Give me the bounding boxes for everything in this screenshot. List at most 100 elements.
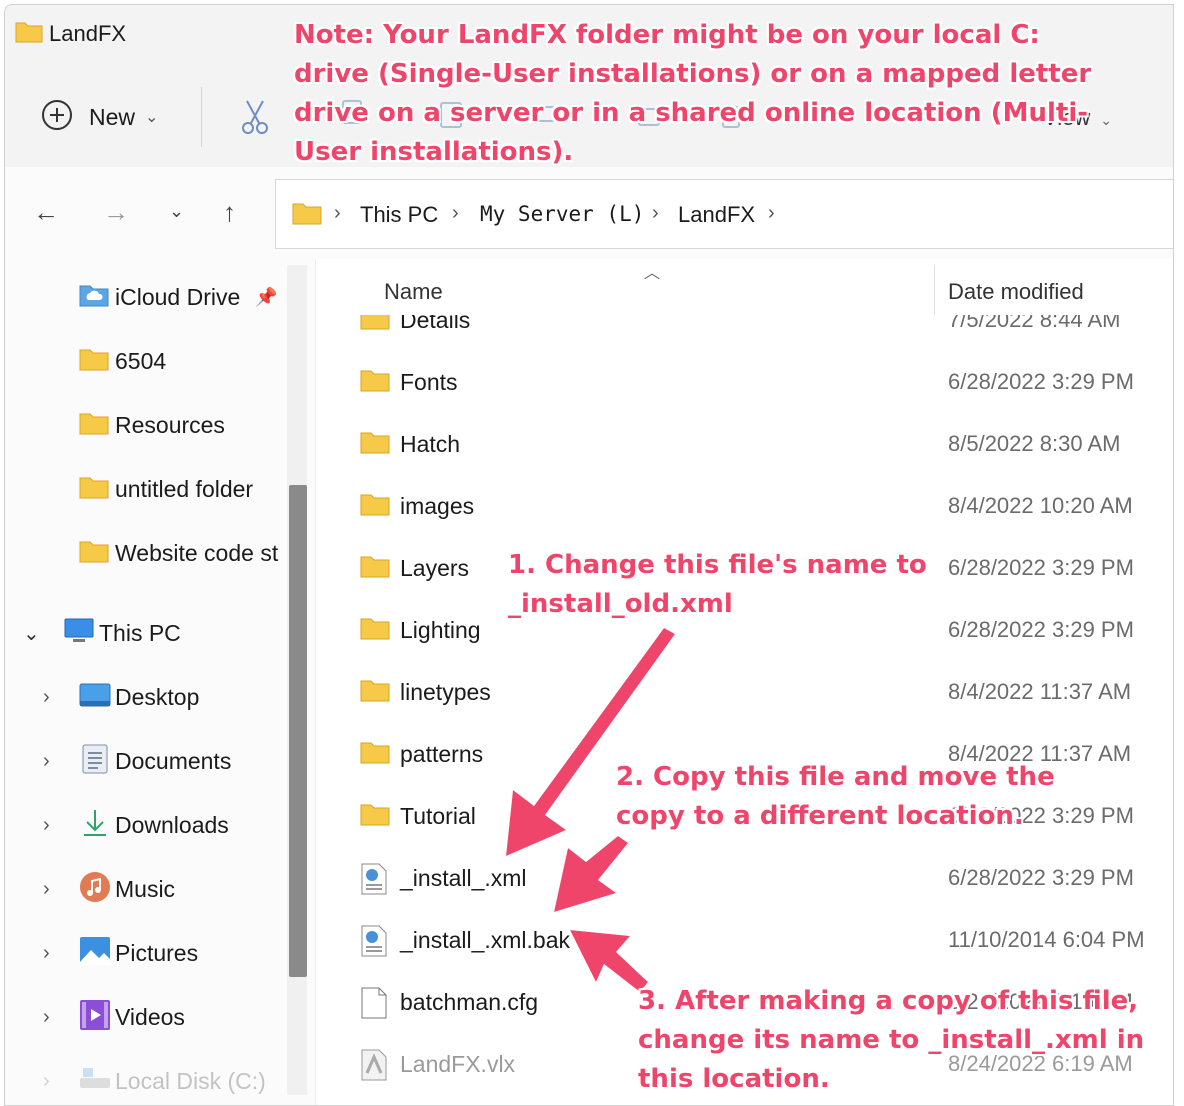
breadcrumb-separator-icon: › xyxy=(334,202,341,224)
recent-locations-chevron-icon[interactable]: ⌄ xyxy=(169,201,184,222)
sidebar-item-icloud-drive[interactable]: iCloud Drive 📌 xyxy=(5,277,285,317)
folder-icon xyxy=(292,200,322,231)
step1-line: _install_old.xml xyxy=(508,589,733,619)
sidebar-item-documents[interactable]: › Documents xyxy=(5,741,285,781)
file-name: Fonts xyxy=(400,369,458,395)
sidebar-item-label: Documents xyxy=(115,747,232,774)
videos-icon xyxy=(79,999,111,1036)
file-row[interactable]: Fonts 6/28/2022 3:29 PM xyxy=(316,355,1173,411)
toolbar-divider xyxy=(201,87,202,147)
step3-line: change its name to _install_.xml in xyxy=(638,1025,1145,1055)
folder-icon xyxy=(79,346,109,377)
note-line: drive (Single-User installations) or on … xyxy=(294,59,1092,89)
file-name: LandFX.vlx xyxy=(400,1051,516,1077)
breadcrumb-my-server[interactable]: My Server (L) xyxy=(480,202,644,226)
file-name: _install_.xml.bak xyxy=(400,927,571,953)
folder-icon xyxy=(79,474,109,505)
breadcrumb-separator-icon: › xyxy=(652,202,659,224)
disk-icon xyxy=(79,1066,111,1097)
sidebar-item-label: Desktop xyxy=(115,683,200,710)
column-header-name[interactable]: Name xyxy=(384,279,443,305)
sidebar-item-label: Music xyxy=(115,875,176,902)
folder-icon xyxy=(79,538,109,569)
file-row[interactable]: linetypes 8/4/2022 11:37 AM xyxy=(316,665,1173,721)
chevron-right-icon[interactable]: › xyxy=(43,1070,50,1093)
navigation-bar: ← → ⌄ ↑ › This PC › My Server (L) › Land… xyxy=(5,167,1173,259)
sidebar-item-pictures[interactable]: › Pictures xyxy=(5,933,285,973)
chevron-down-icon: ⌄ xyxy=(1100,112,1113,128)
folder-icon xyxy=(79,410,109,441)
chevron-right-icon[interactable]: › xyxy=(43,878,50,901)
sidebar-scrollbar-thumb[interactable] xyxy=(289,485,307,977)
sidebar-item-this-pc[interactable]: ⌄ This PC xyxy=(5,613,285,653)
file-icon xyxy=(360,987,388,1024)
folder-icon xyxy=(360,615,390,646)
note-line: drive on a server or in a shared online … xyxy=(294,98,1089,128)
sidebar-item-label: This PC xyxy=(99,619,181,646)
sidebar-item-downloads[interactable]: › Downloads xyxy=(5,805,285,845)
chevron-down-icon[interactable]: ⌄ xyxy=(23,621,40,646)
address-bar[interactable]: › This PC › My Server (L) › LandFX › xyxy=(275,179,1173,249)
folder-icon xyxy=(360,801,390,832)
up-arrow-icon[interactable]: ↑ xyxy=(223,197,236,228)
step1-annotation: 1. Change this file's name to _install_o… xyxy=(508,546,927,624)
chevron-down-icon: ⌄ xyxy=(145,109,159,126)
sidebar-item-untitled-folder[interactable]: untitled folder xyxy=(5,469,285,509)
sidebar-item-label: Local Disk (C:) xyxy=(115,1067,266,1094)
note-line: Note: Your LandFX folder might be on you… xyxy=(294,20,1040,50)
chevron-right-icon[interactable]: › xyxy=(43,686,50,709)
sidebar-item-label: Pictures xyxy=(115,939,199,966)
plus-circle-icon xyxy=(41,99,73,136)
breadcrumb-landfx[interactable]: LandFX xyxy=(678,202,755,228)
breadcrumb-separator-icon: › xyxy=(768,202,775,224)
pictures-icon xyxy=(79,936,111,971)
file-date-modified: 6/28/2022 3:29 PM xyxy=(948,555,1134,580)
file-date-modified: 8/4/2022 11:37 AM xyxy=(948,679,1132,704)
sidebar-item-local-disk[interactable]: › Local Disk (C:) xyxy=(5,1061,285,1101)
folder-icon xyxy=(360,553,390,584)
chevron-right-icon[interactable]: › xyxy=(43,942,50,965)
music-icon xyxy=(79,871,111,908)
note-annotation: Note: Your LandFX folder might be on you… xyxy=(294,16,1091,172)
sidebar-item-music[interactable]: › Music xyxy=(5,869,285,909)
window-title: LandFX xyxy=(49,21,127,46)
new-button[interactable]: New ⌄ xyxy=(41,97,158,137)
file-date-modified: 6/28/2022 3:29 PM xyxy=(948,865,1134,890)
sidebar-item-resources[interactable]: Resources xyxy=(5,405,285,445)
sort-ascending-icon: ︿ xyxy=(644,265,661,282)
folder-icon xyxy=(360,739,390,770)
column-divider[interactable] xyxy=(934,265,935,315)
sidebar-item-label: untitled folder xyxy=(115,475,254,502)
sidebar-item-website-code[interactable]: Website code st xyxy=(5,533,285,573)
chevron-right-icon[interactable]: › xyxy=(43,1006,50,1029)
file-list: Details 7/5/2022 8:44 AM Fonts 6/28/2022 3:… xyxy=(315,259,1173,1105)
step3-annotation: 3. After making a copy of this file, cha… xyxy=(638,982,1144,1099)
sidebar-item-desktop[interactable]: › Desktop xyxy=(5,677,285,717)
folder-icon xyxy=(360,677,390,708)
step2-line: 2. Copy this file and move the xyxy=(616,762,1055,792)
file-row[interactable]: _install_.xml.bak 11/10/2014 6:04 PM xyxy=(316,913,1173,969)
file-date-modified: 11/10/2014 6:04 PM xyxy=(948,927,1145,952)
chevron-right-icon[interactable]: › xyxy=(43,750,50,773)
sidebar-item-6504[interactable]: 6504 xyxy=(5,341,285,381)
file-name: Lighting xyxy=(400,617,481,643)
file-row[interactable]: _install_.xml 6/28/2022 3:29 PM xyxy=(316,851,1173,907)
cut-icon[interactable] xyxy=(239,99,271,140)
file-date-modified: 8/5/2022 8:30 AM xyxy=(948,431,1121,456)
step2-line: copy to a different location. xyxy=(616,801,1024,831)
file-name: linetypes xyxy=(400,679,491,705)
sidebar-item-label: Downloads xyxy=(115,811,229,838)
file-row[interactable]: Hatch 8/5/2022 8:30 AM xyxy=(316,417,1173,473)
back-arrow-icon[interactable]: ← xyxy=(33,197,59,228)
column-header-date-modified[interactable]: Date modified xyxy=(948,279,1084,305)
chevron-right-icon[interactable]: › xyxy=(43,814,50,837)
breadcrumb-this-pc[interactable]: This PC xyxy=(360,202,438,228)
file-name: _install_.xml xyxy=(400,865,527,891)
sidebar-item-videos[interactable]: › Videos xyxy=(5,997,285,1037)
file-name: images xyxy=(400,493,475,519)
forward-arrow-icon[interactable]: → xyxy=(103,197,129,228)
folder-icon xyxy=(360,367,390,398)
desktop-icon xyxy=(79,682,111,713)
monitor-icon xyxy=(63,617,95,650)
file-row[interactable]: images 8/4/2022 10:20 AM xyxy=(316,479,1173,535)
